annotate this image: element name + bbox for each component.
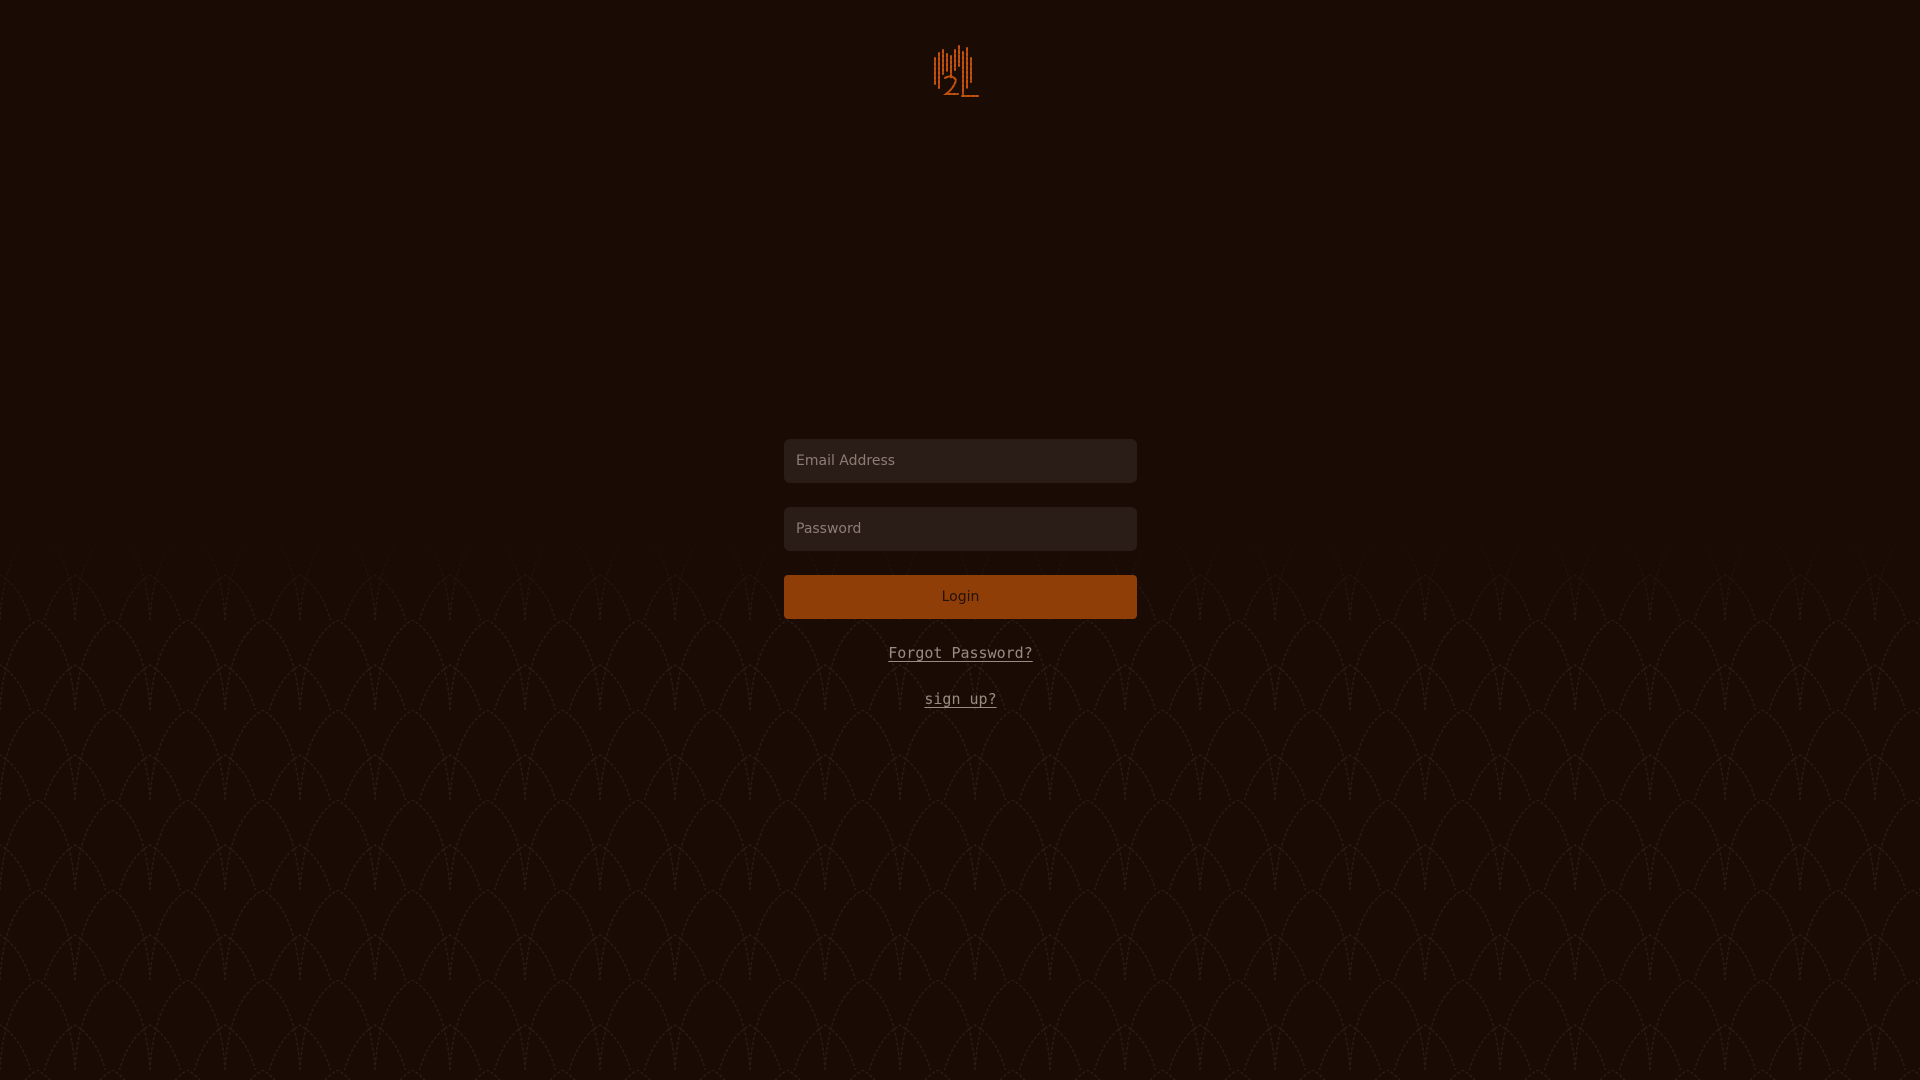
- password-field[interactable]: [784, 507, 1137, 551]
- login-form: Login Forgot Password? sign up?: [784, 439, 1137, 710]
- login-page: Login Forgot Password? sign up?: [0, 0, 1920, 1080]
- forgot-password-link[interactable]: Forgot Password?: [888, 642, 1033, 664]
- forgot-password-row: Forgot Password?: [784, 642, 1137, 664]
- sign-up-link[interactable]: sign up?: [924, 688, 996, 710]
- sign-up-row: sign up?: [784, 688, 1137, 710]
- auth-links: Forgot Password? sign up?: [784, 642, 1137, 710]
- email-field[interactable]: [784, 439, 1137, 483]
- brand-mark-icon: [934, 45, 979, 97]
- login-button[interactable]: Login: [784, 575, 1137, 619]
